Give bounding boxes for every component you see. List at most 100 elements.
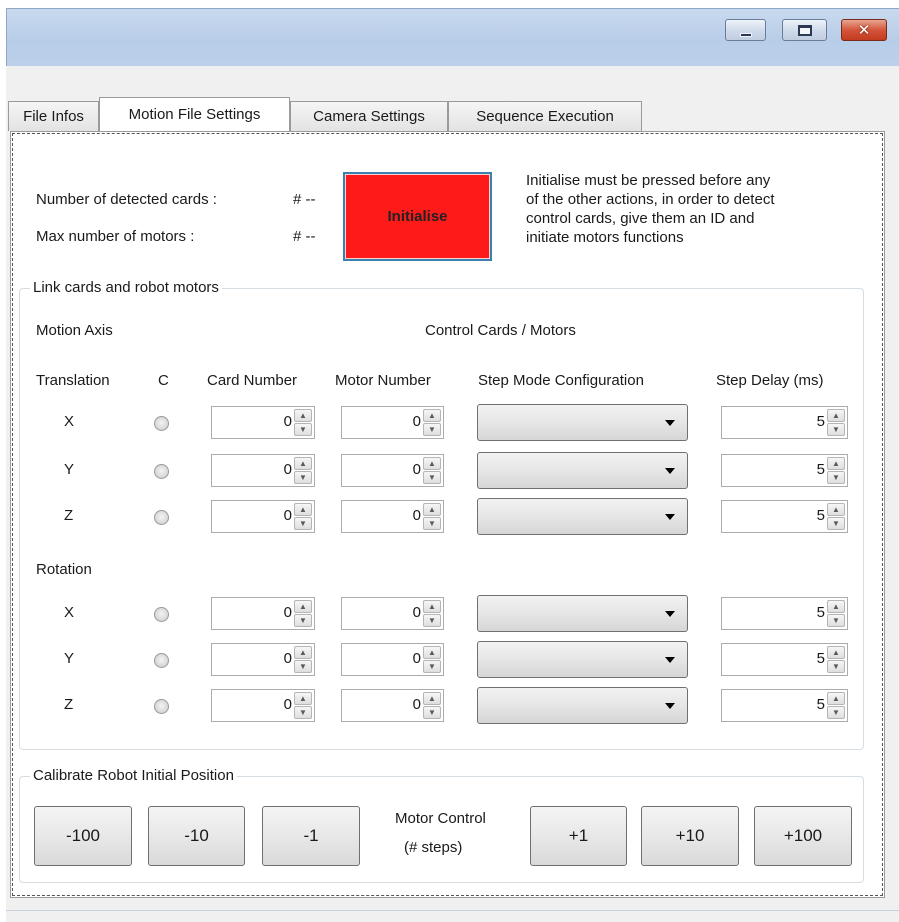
spinner-arrows[interactable]: ▲ ▼ xyxy=(827,692,845,719)
step-plus-100-button[interactable]: +100 xyxy=(754,806,852,866)
up-arrow-icon[interactable]: ▲ xyxy=(423,503,441,516)
card-number-spinner[interactable]: 0 ▲ ▼ xyxy=(211,454,315,487)
down-arrow-icon[interactable]: ▼ xyxy=(827,471,845,484)
close-button[interactable]: ✕ xyxy=(841,19,887,41)
step-plus-10-button[interactable]: +10 xyxy=(641,806,739,866)
up-arrow-icon[interactable]: ▲ xyxy=(827,646,845,659)
up-arrow-icon[interactable]: ▲ xyxy=(423,457,441,470)
spinner-arrows[interactable]: ▲ ▼ xyxy=(423,692,441,719)
card-number-spinner[interactable]: 0 ▲ ▼ xyxy=(211,500,315,533)
up-arrow-icon[interactable]: ▲ xyxy=(423,409,441,422)
tab-file-infos[interactable]: File Infos xyxy=(8,101,99,131)
spinner-arrows[interactable]: ▲ ▼ xyxy=(827,600,845,627)
spinner-arrows[interactable]: ▲ ▼ xyxy=(294,457,312,484)
down-arrow-icon[interactable]: ▼ xyxy=(827,423,845,436)
tab-motion-file-settings[interactable]: Motion File Settings xyxy=(99,97,290,131)
down-arrow-icon[interactable]: ▼ xyxy=(827,706,845,719)
spinner-arrows[interactable]: ▲ ▼ xyxy=(423,646,441,673)
step-minus-1-button[interactable]: -1 xyxy=(262,806,360,866)
card-number-spinner[interactable]: 0 ▲ ▼ xyxy=(211,597,315,630)
down-arrow-icon[interactable]: ▼ xyxy=(294,423,312,436)
up-arrow-icon[interactable]: ▲ xyxy=(294,503,312,516)
step-mode-select[interactable] xyxy=(477,498,688,535)
down-arrow-icon[interactable]: ▼ xyxy=(294,706,312,719)
spinner-arrows[interactable]: ▲ ▼ xyxy=(423,503,441,530)
up-arrow-icon[interactable]: ▲ xyxy=(827,457,845,470)
card-number-spinner[interactable]: 0 ▲ ▼ xyxy=(211,643,315,676)
step-mode-select[interactable] xyxy=(477,404,688,441)
spinner-arrows[interactable]: ▲ ▼ xyxy=(827,457,845,484)
spinner-arrows[interactable]: ▲ ▼ xyxy=(423,409,441,436)
minimize-button[interactable] xyxy=(725,19,766,41)
up-arrow-icon[interactable]: ▲ xyxy=(294,600,312,613)
axis-radio[interactable] xyxy=(154,607,169,622)
chevron-down-icon xyxy=(665,703,675,709)
spinner-arrows[interactable]: ▲ ▼ xyxy=(294,646,312,673)
step-delay-spinner[interactable]: 5 ▲ ▼ xyxy=(721,500,848,533)
tab-sequence-execution[interactable]: Sequence Execution xyxy=(448,101,642,131)
motor-number-spinner[interactable]: 0 ▲ ▼ xyxy=(341,643,444,676)
spinner-arrows[interactable]: ▲ ▼ xyxy=(827,503,845,530)
step-minus-10-button[interactable]: -10 xyxy=(148,806,245,866)
up-arrow-icon[interactable]: ▲ xyxy=(423,692,441,705)
spinner-arrows[interactable]: ▲ ▼ xyxy=(423,457,441,484)
spinner-arrows[interactable]: ▲ ▼ xyxy=(827,409,845,436)
down-arrow-icon[interactable]: ▼ xyxy=(423,471,441,484)
up-arrow-icon[interactable]: ▲ xyxy=(827,600,845,613)
motor-number-spinner[interactable]: 0 ▲ ▼ xyxy=(341,689,444,722)
up-arrow-icon[interactable]: ▲ xyxy=(294,409,312,422)
axis-radio[interactable] xyxy=(154,464,169,479)
step-delay-spinner[interactable]: 5 ▲ ▼ xyxy=(721,689,848,722)
tab-camera-settings[interactable]: Camera Settings xyxy=(290,101,448,131)
up-arrow-icon[interactable]: ▲ xyxy=(827,692,845,705)
spinner-arrows[interactable]: ▲ ▼ xyxy=(294,600,312,627)
down-arrow-icon[interactable]: ▼ xyxy=(423,614,441,627)
card-number-spinner[interactable]: 0 ▲ ▼ xyxy=(211,406,315,439)
axis-radio[interactable] xyxy=(154,510,169,525)
axis-radio[interactable] xyxy=(154,653,169,668)
step-mode-select[interactable] xyxy=(477,452,688,489)
axis-radio[interactable] xyxy=(154,416,169,431)
up-arrow-icon[interactable]: ▲ xyxy=(294,646,312,659)
step-delay-spinner[interactable]: 5 ▲ ▼ xyxy=(721,643,848,676)
down-arrow-icon[interactable]: ▼ xyxy=(294,614,312,627)
up-arrow-icon[interactable]: ▲ xyxy=(423,646,441,659)
spinner-arrows[interactable]: ▲ ▼ xyxy=(294,692,312,719)
up-arrow-icon[interactable]: ▲ xyxy=(294,457,312,470)
spinner-arrows[interactable]: ▲ ▼ xyxy=(294,409,312,436)
step-delay-spinner[interactable]: 5 ▲ ▼ xyxy=(721,454,848,487)
up-arrow-icon[interactable]: ▲ xyxy=(423,600,441,613)
step-mode-select[interactable] xyxy=(477,641,688,678)
step-plus-1-button[interactable]: +1 xyxy=(530,806,627,866)
down-arrow-icon[interactable]: ▼ xyxy=(423,660,441,673)
motor-number-spinner[interactable]: 0 ▲ ▼ xyxy=(341,454,444,487)
card-number-spinner[interactable]: 0 ▲ ▼ xyxy=(211,689,315,722)
spinner-arrows[interactable]: ▲ ▼ xyxy=(423,600,441,627)
step-delay-spinner[interactable]: 5 ▲ ▼ xyxy=(721,406,848,439)
step-minus-100-button[interactable]: -100 xyxy=(34,806,132,866)
up-arrow-icon[interactable]: ▲ xyxy=(294,692,312,705)
up-arrow-icon[interactable]: ▲ xyxy=(827,503,845,516)
motor-number-spinner[interactable]: 0 ▲ ▼ xyxy=(341,500,444,533)
step-delay-spinner[interactable]: 5 ▲ ▼ xyxy=(721,597,848,630)
axis-radio[interactable] xyxy=(154,699,169,714)
axis-label: Y xyxy=(64,650,75,667)
down-arrow-icon[interactable]: ▼ xyxy=(423,423,441,436)
down-arrow-icon[interactable]: ▼ xyxy=(827,660,845,673)
down-arrow-icon[interactable]: ▼ xyxy=(423,517,441,530)
down-arrow-icon[interactable]: ▼ xyxy=(294,660,312,673)
up-arrow-icon[interactable]: ▲ xyxy=(827,409,845,422)
motor-number-spinner[interactable]: 0 ▲ ▼ xyxy=(341,406,444,439)
initialise-button[interactable]: Initialise xyxy=(343,172,492,261)
maximize-button[interactable] xyxy=(782,19,827,41)
step-mode-select[interactable] xyxy=(477,687,688,724)
down-arrow-icon[interactable]: ▼ xyxy=(827,517,845,530)
spinner-arrows[interactable]: ▲ ▼ xyxy=(294,503,312,530)
spinner-arrows[interactable]: ▲ ▼ xyxy=(827,646,845,673)
step-mode-select[interactable] xyxy=(477,595,688,632)
down-arrow-icon[interactable]: ▼ xyxy=(294,471,312,484)
down-arrow-icon[interactable]: ▼ xyxy=(827,614,845,627)
down-arrow-icon[interactable]: ▼ xyxy=(294,517,312,530)
motor-number-spinner[interactable]: 0 ▲ ▼ xyxy=(341,597,444,630)
down-arrow-icon[interactable]: ▼ xyxy=(423,706,441,719)
